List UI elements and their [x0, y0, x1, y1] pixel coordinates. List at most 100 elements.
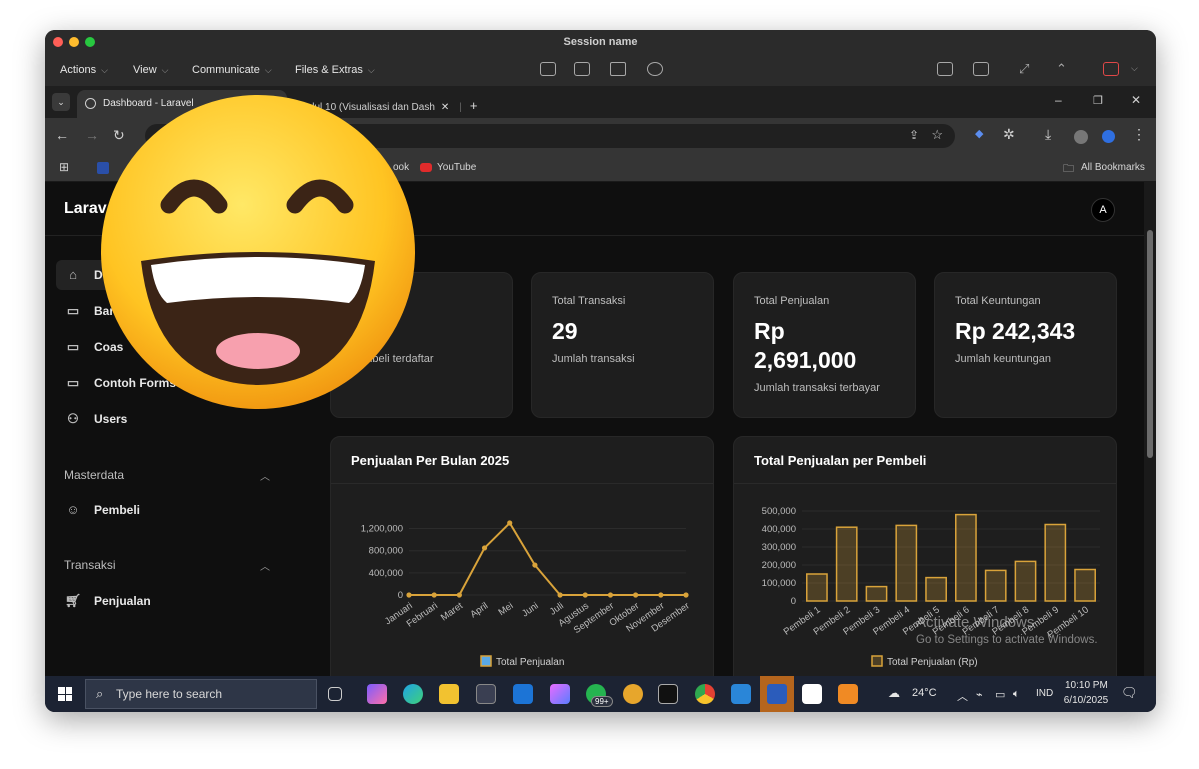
series-line — [409, 521, 686, 596]
word-icon — [767, 684, 787, 704]
menu-communicate[interactable]: Communicate ⌵ — [192, 64, 272, 76]
disconnect-icon[interactable] — [1103, 62, 1119, 76]
outlook-icon[interactable] — [513, 684, 533, 704]
chevron-up-icon[interactable]: ︿ — [260, 558, 270, 573]
chevron-down-icon: ⌵ — [161, 65, 169, 75]
sidebar-item-penjualan[interactable]: 🛒︎ Penjualan — [64, 593, 151, 609]
volume-icon[interactable]: 🔈︎ — [1013, 688, 1020, 701]
share-icon[interactable]: ⇪ — [909, 128, 919, 142]
scrollbar-thumb[interactable] — [1147, 230, 1153, 458]
language-indicator[interactable]: IND — [1036, 688, 1053, 699]
smile-icon: ☺ — [66, 502, 80, 517]
record-icon[interactable] — [647, 62, 663, 76]
puzzle-icon[interactable]: ✲ — [1003, 126, 1015, 143]
copilot-icon[interactable] — [367, 684, 387, 704]
menu-view[interactable]: View ⌵ — [133, 64, 168, 76]
restore-icon[interactable]: ❐ — [1093, 94, 1103, 107]
all-bookmarks[interactable]: All Bookmarks — [1081, 162, 1145, 173]
more-menu-icon[interactable]: ⋮ — [1132, 126, 1146, 143]
avatar[interactable]: A — [1091, 198, 1115, 222]
teamviewer-icon[interactable] — [802, 684, 822, 704]
chevron-up-icon[interactable]: ︿ — [260, 468, 270, 483]
cart-icon: 🛒︎ — [64, 593, 82, 608]
chevron-down-icon: ⌵ — [101, 65, 108, 75]
bar — [1014, 560, 1037, 602]
sidebar-item-pembeli[interactable]: ☺ Pembeli — [64, 502, 140, 518]
legend-swatch — [480, 655, 492, 667]
tray-chevron-icon[interactable]: ︿ — [957, 688, 968, 704]
card-value: Rp 242,343 — [955, 318, 1076, 344]
battery-icon[interactable]: ▭ — [995, 688, 1005, 701]
edge-icon[interactable] — [403, 684, 423, 704]
chart-card-penjualan-bulan: Penjualan Per Bulan 2025 0 400,000 800,000… — [330, 436, 714, 694]
y-tick-label: 0 — [791, 596, 796, 607]
close-icon[interactable]: ✕ — [1131, 93, 1141, 107]
grinning-emoji-sticker — [101, 95, 415, 409]
m365-icon[interactable] — [550, 684, 570, 704]
fullscreen-icon[interactable]: ⤢ — [1019, 61, 1029, 77]
chevron-down-icon[interactable]: ⌵ — [1131, 63, 1138, 74]
sidebar-group-masterdata[interactable]: Masterdata ︿ — [64, 468, 270, 483]
y-tick-label: 200,000 — [762, 560, 796, 571]
stat-card-keuntungan: Total Keuntungan Rp 242,343 Jumlah keunt… — [934, 272, 1117, 418]
sidebar-group-label: Transaksi — [64, 558, 116, 572]
card-label: Total Keuntungan — [955, 295, 1041, 307]
bookmark-star-icon[interactable]: ☆ — [931, 127, 943, 143]
profile-icon[interactable] — [1074, 130, 1088, 144]
terminal-icon[interactable] — [658, 684, 678, 704]
bar — [1074, 568, 1096, 602]
chevron-down-icon: ⌵ — [264, 65, 272, 75]
file-transfer-icon[interactable] — [610, 62, 626, 76]
temperature[interactable]: 24°C — [912, 687, 937, 699]
data-point — [633, 592, 639, 598]
page-scrollbar[interactable] — [1144, 182, 1156, 676]
weather-icon[interactable]: ☁ — [888, 686, 900, 700]
close-tab-icon[interactable]: ✕ — [441, 102, 449, 113]
taskbar-search-input[interactable]: ⌕ Type here to search — [85, 679, 317, 709]
sidebar-group-transaksi[interactable]: Transaksi ︿ — [64, 558, 270, 573]
shield-icon[interactable] — [1102, 130, 1115, 143]
notifications-icon[interactable]: 🗨︎ — [1121, 685, 1138, 701]
y-tick-label: 500,000 — [762, 506, 796, 517]
screen-icon[interactable] — [574, 62, 590, 76]
apps-grid-icon[interactable]: ⊞ — [59, 160, 69, 174]
task-view-icon[interactable] — [328, 687, 342, 701]
session-title: Session name — [563, 36, 638, 48]
tab-search-icon[interactable]: ⌄ — [52, 93, 70, 111]
vscode-icon[interactable] — [731, 684, 751, 704]
windows-start-icon[interactable] — [58, 687, 72, 701]
monitor-icon[interactable] — [540, 62, 556, 76]
forward-icon[interactable]: → — [85, 127, 99, 143]
back-icon[interactable]: ← — [55, 127, 69, 143]
y-tick-label: 1,200,000 — [361, 524, 403, 535]
chrome-profile-icon[interactable] — [695, 684, 715, 704]
youtube-icon — [420, 163, 432, 172]
bookmark-youtube[interactable]: YouTube — [437, 162, 476, 173]
data-point — [481, 545, 488, 551]
sidebar-item-users[interactable]: ⚇ Users — [64, 412, 127, 427]
notes-icon[interactable] — [937, 62, 953, 76]
network-icon[interactable]: ⌁ — [976, 688, 983, 701]
file-explorer-icon[interactable] — [439, 684, 459, 704]
new-tab-icon[interactable]: + — [470, 98, 478, 113]
store-icon[interactable] — [476, 684, 496, 704]
sidebar-item-dashboard[interactable]: ⌂ D — [64, 268, 103, 283]
clock-time[interactable]: 10:10 PM — [1065, 680, 1108, 691]
extension-icon[interactable]: ◆ — [975, 127, 983, 140]
whiteboard-icon[interactable] — [973, 62, 989, 76]
chevron-up-icon[interactable]: ⌃ — [1056, 61, 1067, 77]
chevron-down-icon: ⌵ — [367, 65, 375, 75]
chrome-icon[interactable] — [623, 684, 643, 704]
bar-chart: 0100,000200,000300,000400,000500,000Pemb… — [762, 506, 1100, 668]
legend-label: Total Penjualan (Rp) — [887, 657, 978, 668]
y-tick-label: 0 — [398, 590, 403, 601]
word-taskbar-highlight[interactable] — [760, 676, 794, 712]
minimize-icon[interactable]: – — [1055, 93, 1062, 107]
menu-actions[interactable]: Actions ⌵ — [60, 64, 108, 76]
clock-date[interactable]: 6/10/2025 — [1061, 695, 1111, 706]
download-icon[interactable]: ⤓ — [1045, 126, 1051, 143]
x-tick-label: Maret — [439, 600, 465, 623]
xampp-icon[interactable] — [838, 684, 858, 704]
menu-files-extras[interactable]: Files & Extras ⌵ — [295, 64, 375, 76]
notification-badge: 99+ — [591, 696, 613, 707]
